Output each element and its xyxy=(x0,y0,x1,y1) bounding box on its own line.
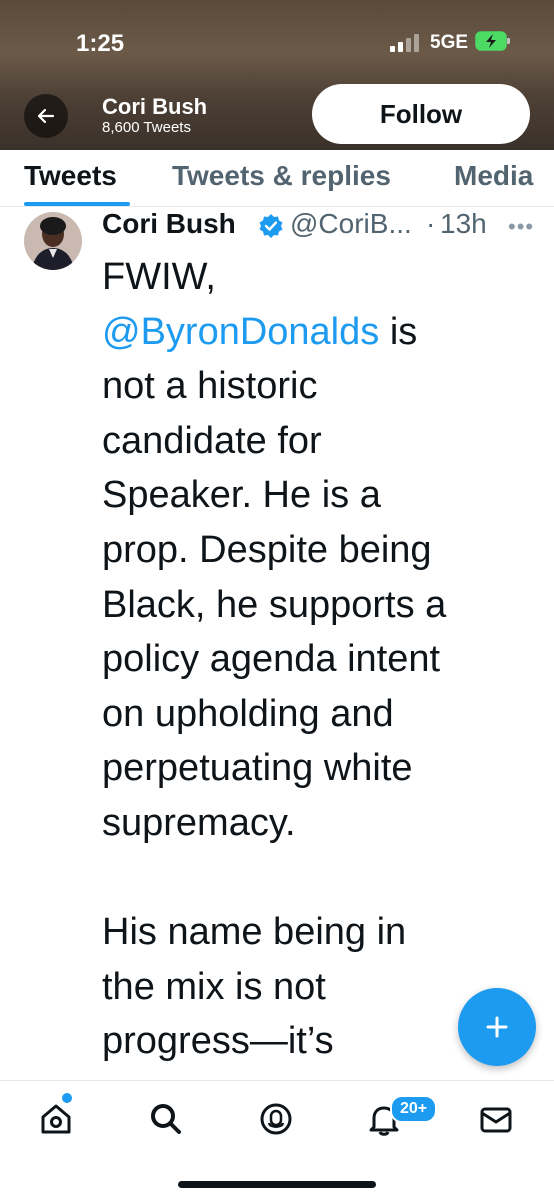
home-icon xyxy=(41,1104,71,1134)
tweet-author[interactable]: Cori Bush xyxy=(102,208,236,240)
follow-button[interactable]: Follow xyxy=(312,84,530,144)
tweet-text: FWIW, @ByronDonalds is not a historic ca… xyxy=(102,250,542,1080)
separator-dot: · xyxy=(426,208,436,239)
tweet-line: prop. Despite being xyxy=(102,528,432,571)
nav-search[interactable] xyxy=(148,1101,188,1141)
search-icon xyxy=(151,1104,181,1134)
mention-link[interactable]: @ByronDonalds xyxy=(102,311,379,353)
tweet-line: His name being in xyxy=(102,911,407,954)
tab-tweets-replies[interactable]: Tweets & replies xyxy=(172,160,391,192)
screen-content: 1:25 5GE Cori Bush 8,600 Tweets Follow T… xyxy=(0,0,554,1080)
tweet-line: Black, he supports a xyxy=(102,583,447,626)
plus-icon xyxy=(486,1016,508,1038)
status-time: 1:25 xyxy=(76,30,125,57)
mail-icon xyxy=(480,1107,512,1133)
arrow-left-icon xyxy=(37,108,55,124)
tweet-line: on upholding and xyxy=(102,692,394,735)
tweet-line: policy agenda intent xyxy=(102,638,441,681)
status-bar: 1:25 5GE xyxy=(0,0,554,82)
profile-name: Cori Bush xyxy=(102,94,208,119)
tweet-line: pathetic. xyxy=(102,1069,542,1080)
tab-tweets[interactable]: Tweets xyxy=(24,160,117,192)
tweet-count: 8,600 Tweets xyxy=(102,119,191,136)
tweet-line-suffix: is xyxy=(379,310,418,353)
spaces-microphone-icon xyxy=(260,1103,292,1135)
tweet-line: not a historic xyxy=(102,365,318,408)
profile-header: 1:25 5GE Cori Bush 8,600 Tweets Follow xyxy=(0,0,554,150)
tweet-timestamp[interactable]: 13h xyxy=(440,208,487,240)
verified-icon xyxy=(258,213,284,239)
nav-home[interactable] xyxy=(38,1101,78,1141)
battery-icon xyxy=(475,30,511,52)
home-indicator[interactable] xyxy=(178,1181,376,1188)
home-unread-dot xyxy=(62,1093,72,1103)
tweet-line: Speaker. He is a xyxy=(102,474,381,517)
avatar[interactable] xyxy=(24,212,82,270)
more-options-icon[interactable]: ••• xyxy=(508,214,534,240)
tweet-line: candidate for xyxy=(102,419,322,462)
tab-media[interactable]: Media xyxy=(454,160,533,192)
back-button[interactable] xyxy=(24,94,68,138)
tweet-handle[interactable]: @CoriB... xyxy=(290,208,412,240)
nav-spaces[interactable] xyxy=(258,1101,298,1141)
active-tab-indicator xyxy=(24,202,130,206)
tweet-line-mention: @ByronDonalds is xyxy=(102,305,542,360)
bottom-navigation: 20+ xyxy=(0,1080,554,1201)
notifications-badge: 20+ xyxy=(390,1095,438,1123)
nav-messages[interactable] xyxy=(478,1101,518,1141)
tweet-line: supremacy. xyxy=(102,801,296,844)
tweet-line: perpetuating white xyxy=(102,747,413,790)
compose-tweet-button[interactable] xyxy=(458,988,536,1066)
signal-icon xyxy=(390,34,422,52)
tweet-line: FWIW, xyxy=(102,256,216,298)
network-label: 5GE xyxy=(430,32,469,53)
profile-tabs: Tweets Tweets & replies Media xyxy=(0,150,554,207)
